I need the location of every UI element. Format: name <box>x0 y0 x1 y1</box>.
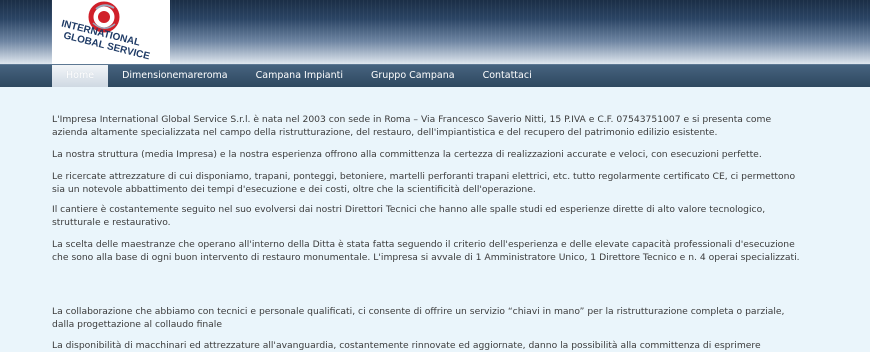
site-paragraph: Il cantiere è costantemente seguito nel … <box>52 204 766 229</box>
nav-item-home[interactable]: Home <box>52 65 109 87</box>
equipment-paragraph: Le ricercate attrezzature di cui disponi… <box>52 171 796 196</box>
collaboration-paragraph: La collaborazione che abbiamo con tecnic… <box>52 306 785 331</box>
intro-paragraph: L'Impresa International Global Service S… <box>52 114 772 139</box>
nav-item-campana-impianti[interactable]: Campana Impianti <box>242 65 357 87</box>
nav-item-contattaci[interactable]: Contattaci <box>469 65 546 87</box>
logo-emblem-icon: INTERNATIONAL GLOBAL SERVICE <box>60 1 151 63</box>
nav-item-dimensionemareroma[interactable]: Dimensionemareroma <box>108 65 242 87</box>
structure-paragraph: La nostra struttura (media Impresa) e la… <box>52 149 762 160</box>
main-navigation: Home Dimensionemareroma Campana Impianti… <box>0 64 870 87</box>
nav-item-gruppo-campana[interactable]: Gruppo Campana <box>357 65 469 87</box>
machinery-paragraph: La disponibilità di macchinari ed attrez… <box>52 340 761 351</box>
logo[interactable]: INTERNATIONAL GLOBAL SERVICE <box>52 0 170 64</box>
site-header: INTERNATIONAL GLOBAL SERVICE <box>0 0 870 64</box>
staff-paragraph: La scelta delle maestranze che operano a… <box>52 239 800 264</box>
